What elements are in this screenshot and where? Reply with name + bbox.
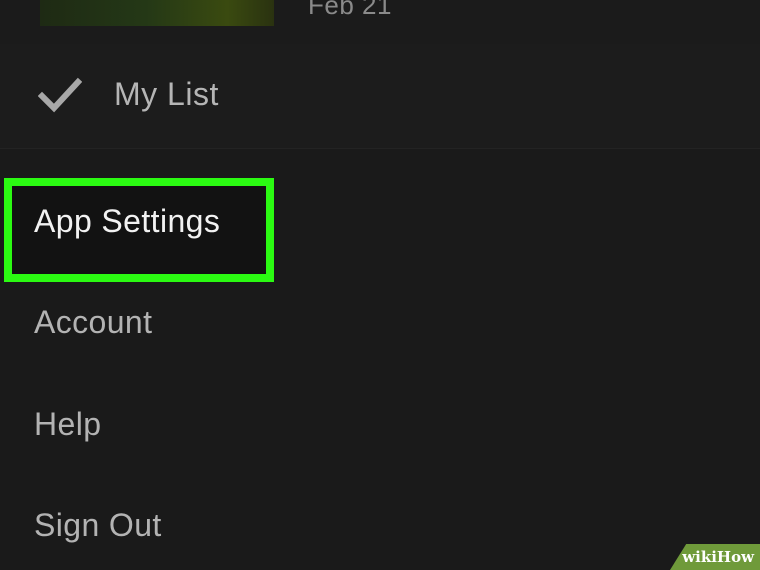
menu-item-sign-out[interactable]: Sign Out	[34, 507, 162, 544]
menu-item-account[interactable]: Account	[34, 304, 152, 341]
watermark-how: How	[716, 548, 754, 566]
my-list-item[interactable]: My List	[0, 44, 760, 149]
notification-date: Feb 21	[308, 0, 392, 20]
my-list-label: My List	[114, 76, 219, 112]
menu-item-help[interactable]: Help	[34, 406, 101, 443]
watermark-wiki: wiki	[682, 548, 717, 566]
check-icon	[38, 77, 82, 113]
wikihow-watermark-text: wikiHow	[682, 548, 754, 566]
notification-thumbnail	[40, 0, 274, 26]
app-screen: Feb 21 My List App Settings Account Help…	[0, 0, 760, 570]
menu-item-app-settings[interactable]: App Settings	[34, 203, 220, 240]
notification-row[interactable]: Feb 21	[0, 0, 760, 45]
